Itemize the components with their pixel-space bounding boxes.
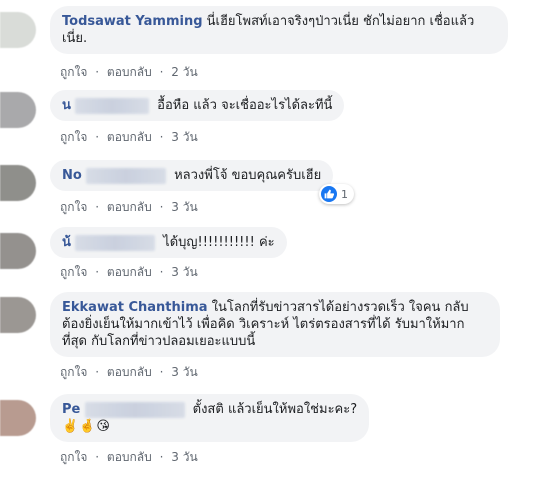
author-name[interactable]: Ekkawat Chanthima	[62, 300, 208, 315]
comment-actions: ถูกใจ · ตอบกลับ · 3 วัน	[60, 365, 198, 379]
comment-bubble: No หลวงพี่โจ้ ขอบคุณครับเฮีย	[50, 160, 334, 191]
author-name[interactable]: Todsawat Yamming	[62, 14, 203, 29]
comment-bubble: น อื้อหือ แล้ว จะเชื่ออะไรได้ละทีนี้	[50, 90, 345, 121]
avatar[interactable]	[0, 297, 36, 333]
reply-link[interactable]: ตอบกลับ	[107, 450, 152, 464]
avatar[interactable]	[0, 233, 36, 269]
timestamp[interactable]: 3 วัน	[171, 265, 197, 279]
comment-actions: ถูกใจ · ตอบกลับ · 3 วัน	[60, 200, 198, 214]
reply-link[interactable]: ตอบกลับ	[107, 65, 152, 79]
like-link[interactable]: ถูกใจ	[60, 200, 87, 214]
comment-bubble: Todsawat Yamming นี่เฮียโพสท์เอาจริงๆป่า…	[50, 6, 508, 54]
avatar[interactable]	[0, 92, 36, 128]
redacted-name	[75, 97, 150, 114]
emoji-row: ✌️🤞😘	[62, 419, 111, 434]
comment-actions: ถูกใจ · ตอบกลับ · 3 วัน	[60, 450, 198, 464]
comment-actions: ถูกใจ · ตอบกลับ · 3 วัน	[60, 265, 198, 279]
reply-link[interactable]: ตอบกลับ	[107, 365, 152, 379]
timestamp[interactable]: 3 วัน	[171, 365, 197, 379]
like-link[interactable]: ถูกใจ	[60, 365, 87, 379]
timestamp[interactable]: 2 วัน	[171, 65, 197, 79]
reaction-count[interactable]: 1	[319, 184, 354, 204]
author-name[interactable]: น	[62, 98, 71, 113]
reply-link[interactable]: ตอบกลับ	[107, 265, 152, 279]
timestamp[interactable]: 3 วัน	[171, 450, 197, 464]
comment-actions: ถูกใจ · ตอบกลับ · 3 วัน	[60, 130, 198, 144]
redacted-name	[84, 401, 185, 418]
comment-bubble: Pe ตั้งสติ แล้วเย็นให้พอใช่มะคะ? ✌️🤞😘	[50, 394, 370, 442]
reply-link[interactable]: ตอบกลับ	[107, 130, 152, 144]
avatar[interactable]	[0, 400, 36, 436]
timestamp[interactable]: 3 วัน	[171, 130, 197, 144]
like-link[interactable]: ถูกใจ	[60, 450, 87, 464]
comment-text: ได้บุญ!!!!!!!!!!! ค่ะ	[163, 235, 275, 250]
avatar[interactable]	[0, 165, 36, 201]
comment-text: ตั้งสติ แล้วเย็นให้พอใช่มะคะ?	[192, 402, 358, 417]
like-link[interactable]: ถูกใจ	[60, 265, 87, 279]
comment-text: อื้อหือ แล้ว จะเชื่ออะไรได้ละทีนี้	[157, 98, 333, 113]
redacted-name	[75, 234, 156, 251]
like-link[interactable]: ถูกใจ	[60, 65, 87, 79]
comment-text: หลวงพี่โจ้ ขอบคุณครับเฮีย	[174, 168, 322, 183]
redacted-name	[85, 167, 166, 184]
comment-actions: ถูกใจ · ตอบกลับ · 2 วัน	[60, 65, 198, 79]
author-name[interactable]: น้	[62, 235, 71, 250]
author-name[interactable]: No	[62, 168, 82, 183]
author-name[interactable]: Pe	[62, 402, 80, 417]
like-link[interactable]: ถูกใจ	[60, 130, 87, 144]
like-icon	[321, 186, 337, 202]
reply-link[interactable]: ตอบกลับ	[107, 200, 152, 214]
comment-bubble: Ekkawat Chanthima ในโลกที่รับข่าวสารได้อ…	[50, 292, 500, 357]
timestamp[interactable]: 3 วัน	[171, 200, 197, 214]
comment-bubble: น้ ได้บุญ!!!!!!!!!!! ค่ะ	[50, 227, 287, 258]
avatar[interactable]	[0, 12, 36, 48]
